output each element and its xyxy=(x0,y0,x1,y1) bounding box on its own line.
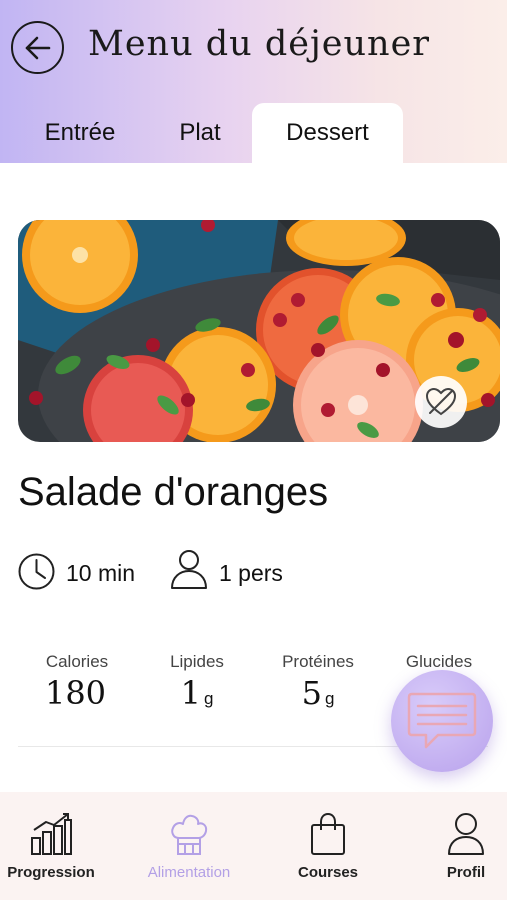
nutrition-calories: Calories 180 xyxy=(22,652,132,711)
bar-chart-icon xyxy=(31,813,72,855)
nav-item-progression[interactable]: Progression xyxy=(0,792,102,900)
nutrition-value: 180 xyxy=(22,674,132,712)
page-title: Menu du déjeuner xyxy=(88,24,431,64)
bottom-nav: Progression Alimentation Courses Profil xyxy=(0,792,507,900)
chef-hat-icon xyxy=(171,814,208,855)
tab-label: Dessert xyxy=(286,119,369,146)
clock-icon xyxy=(18,553,55,590)
duration-text: 10 min xyxy=(66,560,136,586)
nutrition-value: 5g xyxy=(263,674,373,712)
person-icon xyxy=(171,550,207,589)
tab-label: Plat xyxy=(179,119,221,146)
favorite-button[interactable] xyxy=(415,376,467,428)
nutrition-number: 5 xyxy=(301,674,322,712)
nav-label: Profil xyxy=(446,864,486,881)
nutrition-proteines: Protéines 5g xyxy=(263,652,373,711)
user-icon xyxy=(448,813,484,855)
course-tabs: Entrée Plat Dessert xyxy=(0,103,507,163)
recipe-title: Salade d'oranges xyxy=(18,470,329,514)
nutrition-label: Glucides xyxy=(405,652,473,671)
nutrition-label: Lipides xyxy=(170,652,224,671)
nav-item-courses[interactable]: Courses xyxy=(282,792,374,900)
nutrition-number: 180 xyxy=(44,674,107,712)
tab-dessert[interactable]: Dessert xyxy=(252,103,403,163)
nutrition-value: 1g xyxy=(142,674,252,712)
chat-bubble-icon xyxy=(407,692,477,749)
back-button[interactable] xyxy=(11,21,64,74)
tab-entree[interactable]: Entrée xyxy=(22,103,138,163)
header: Menu du déjeuner Entrée Plat Dessert xyxy=(0,0,507,163)
arrow-left-circle-icon xyxy=(25,36,50,59)
nutrition-unit: g xyxy=(203,689,214,708)
chat-button[interactable] xyxy=(391,670,493,772)
nav-item-alimentation[interactable]: Alimentation xyxy=(134,792,244,900)
tab-plat[interactable]: Plat xyxy=(152,103,248,163)
servings-text: 1 pers xyxy=(219,560,283,586)
nutrition-unit: g xyxy=(324,689,335,708)
nutrition-lipides: Lipides 1g xyxy=(142,652,252,711)
nutrition-label: Protéines xyxy=(282,652,354,671)
nav-label: Courses xyxy=(297,864,359,881)
nutrition-number: 1 xyxy=(180,674,201,712)
tab-label: Entrée xyxy=(44,119,116,146)
nav-label: Alimentation xyxy=(147,864,231,881)
shopping-bag-icon xyxy=(311,812,345,855)
heart-slash-icon xyxy=(425,387,457,416)
nutrition-label: Calories xyxy=(45,652,109,671)
nav-label: Progression xyxy=(7,864,95,881)
nav-item-profil[interactable]: Profil xyxy=(428,792,504,900)
